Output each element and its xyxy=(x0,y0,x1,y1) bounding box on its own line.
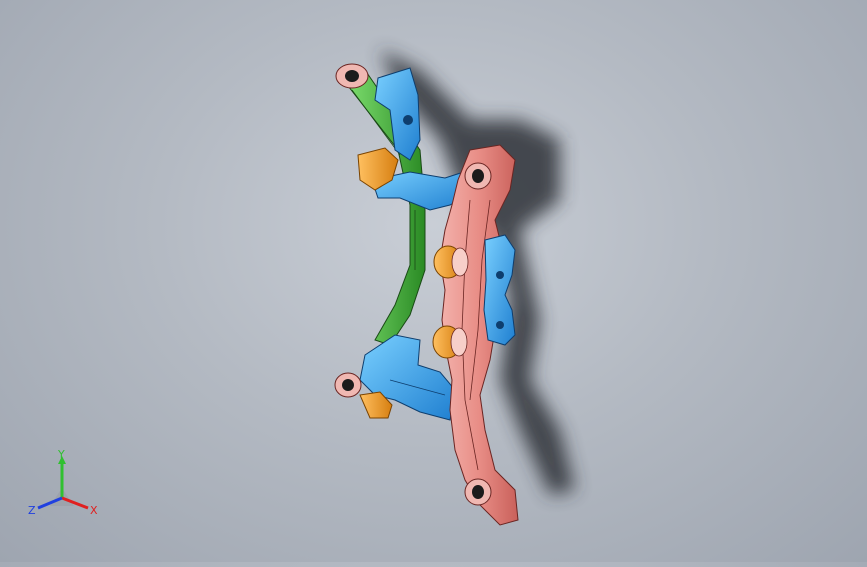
end-mount-subframe-top[interactable] xyxy=(464,162,492,190)
model-render[interactable] xyxy=(0,0,867,562)
z-axis-label: Z xyxy=(28,504,36,517)
x-axis-label: X xyxy=(90,504,98,517)
end-mount-subframe-bottom[interactable] xyxy=(464,478,492,506)
end-mount-left-bottom[interactable] xyxy=(334,372,362,398)
orientation-triad[interactable]: Y X Z xyxy=(22,448,112,528)
bushing-upper[interactable] xyxy=(433,245,469,279)
graphics-viewport[interactable] xyxy=(0,0,867,562)
y-axis-label: Y xyxy=(57,448,65,461)
bushing-lower[interactable] xyxy=(432,325,468,359)
end-mount-top-left[interactable] xyxy=(335,63,369,89)
